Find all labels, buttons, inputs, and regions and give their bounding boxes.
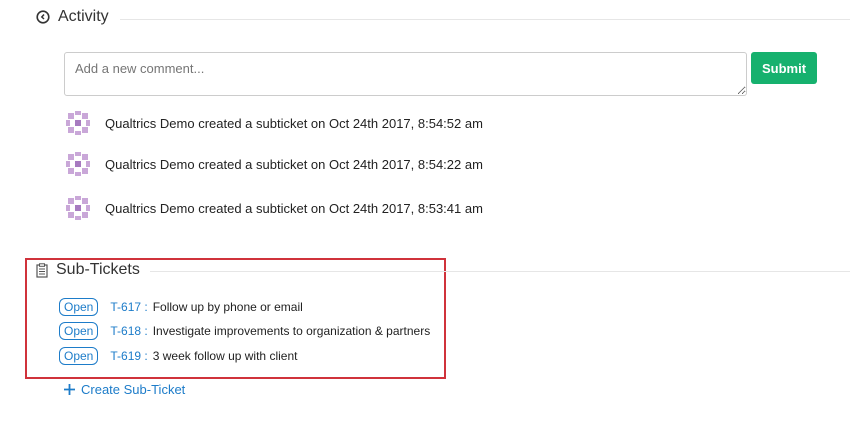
ticket-title: 3 week follow up with client xyxy=(152,349,298,363)
subticket-row: Open T-619 : 3 week follow up with clien… xyxy=(59,347,297,365)
activity-item: Qualtrics Demo created a subticket on Oc… xyxy=(64,194,483,222)
subticket-row: Open T-617 : Follow up by phone or email xyxy=(59,298,303,316)
activity-item: Qualtrics Demo created a subticket on Oc… xyxy=(64,109,483,137)
status-badge: Open xyxy=(59,322,99,340)
clipboard-icon xyxy=(36,262,48,278)
activity-text: Qualtrics Demo created a subticket on Oc… xyxy=(105,115,483,131)
clock-icon xyxy=(36,10,50,24)
ticket-link[interactable]: T-618 : xyxy=(110,324,147,338)
create-subticket-button[interactable]: Create Sub-Ticket xyxy=(64,382,185,397)
subtickets-header: Sub-Tickets xyxy=(36,261,140,279)
create-subticket-label: Create Sub-Ticket xyxy=(81,382,186,397)
avatar-icon xyxy=(66,111,90,135)
ticket-link[interactable]: T-619 : xyxy=(110,349,147,363)
activity-header: Activity xyxy=(36,8,109,26)
activity-item: Qualtrics Demo created a subticket on Oc… xyxy=(64,150,483,178)
avatar-icon xyxy=(66,152,90,176)
ticket-title: Follow up by phone or email xyxy=(152,300,303,314)
avatar-icon xyxy=(66,196,90,220)
activity-text: Qualtrics Demo created a subticket on Oc… xyxy=(105,156,483,172)
divider xyxy=(120,19,850,20)
status-badge: Open xyxy=(59,347,99,365)
activity-title: Activity xyxy=(58,8,109,25)
ticket-link[interactable]: T-617 : xyxy=(110,300,147,314)
comment-input[interactable] xyxy=(64,52,747,96)
divider xyxy=(150,271,850,272)
subtickets-title: Sub-Tickets xyxy=(56,261,140,278)
plus-icon xyxy=(64,384,75,395)
ticket-title: Investigate improvements to organization… xyxy=(152,324,431,338)
activity-text: Qualtrics Demo created a subticket on Oc… xyxy=(105,200,483,216)
subticket-row: Open T-618 : Investigate improvements to… xyxy=(59,322,430,340)
submit-button[interactable]: Submit xyxy=(751,52,817,84)
status-badge: Open xyxy=(59,298,99,316)
